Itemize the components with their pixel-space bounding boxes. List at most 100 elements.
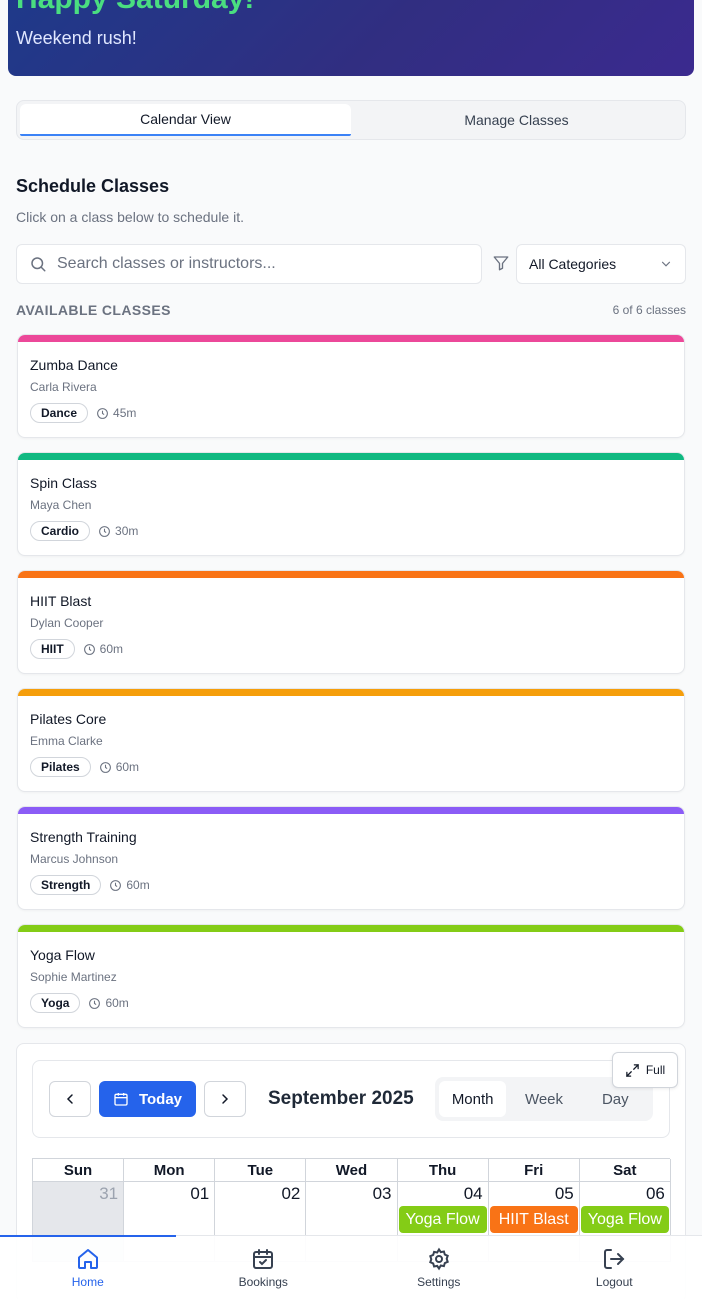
fullscreen-button[interactable]: Full bbox=[612, 1052, 678, 1088]
class-instructor: Maya Chen bbox=[30, 498, 92, 512]
class-card[interactable]: Strength Training Marcus Johnson Strengt… bbox=[17, 806, 685, 910]
bottom-nav: Home Bookings Settings Logout bbox=[0, 1235, 702, 1299]
view-tabs: Calendar View Manage Classes bbox=[16, 100, 686, 140]
filter-icon bbox=[493, 256, 509, 271]
class-instructor: Marcus Johnson bbox=[30, 852, 119, 866]
class-color-bar bbox=[18, 453, 684, 460]
search-input[interactable] bbox=[57, 255, 477, 273]
class-card[interactable]: HIIT Blast Dylan Cooper HIIT 60m bbox=[17, 570, 685, 674]
calendar-event[interactable]: Yoga Flow bbox=[398, 1206, 487, 1233]
class-color-bar bbox=[18, 689, 684, 696]
logout-icon bbox=[604, 1248, 625, 1269]
today-label: Today bbox=[138, 1090, 183, 1108]
greeting-banner: Happy Saturday! Weekend rush! bbox=[8, 0, 694, 76]
section-description: Click on a class below to schedule it. bbox=[16, 209, 244, 225]
class-duration: 60m bbox=[126, 878, 150, 892]
view-week-button[interactable]: Week bbox=[510, 1081, 577, 1117]
class-name: Yoga Flow bbox=[30, 947, 95, 963]
weekday-header: Sat bbox=[579, 1159, 671, 1182]
day-number: 02 bbox=[281, 1184, 301, 1203]
clock-icon bbox=[89, 997, 101, 1009]
view-month-button[interactable]: Month bbox=[439, 1081, 507, 1117]
next-month-button[interactable] bbox=[204, 1081, 246, 1117]
search-icon bbox=[31, 257, 46, 272]
class-color-bar bbox=[18, 925, 684, 932]
nav-logout[interactable]: Logout bbox=[527, 1236, 702, 1299]
day-number: 01 bbox=[190, 1184, 210, 1203]
weekday-header: Mon bbox=[124, 1159, 216, 1182]
search-box bbox=[16, 244, 482, 284]
class-name: Strength Training bbox=[30, 829, 137, 845]
class-card[interactable]: Yoga Flow Sophie Martinez Yoga 60m bbox=[17, 924, 685, 1028]
weekday-header: Wed bbox=[306, 1159, 398, 1182]
clock-icon bbox=[97, 407, 108, 419]
weekday-header: Fri bbox=[488, 1159, 580, 1182]
nav-settings[interactable]: Settings bbox=[351, 1236, 527, 1299]
nav-label: Home bbox=[71, 1274, 104, 1289]
class-duration: 60m bbox=[99, 642, 124, 656]
section-title: Schedule Classes bbox=[16, 176, 170, 196]
class-instructor: Sophie Martinez bbox=[30, 970, 117, 984]
day-number: 06 bbox=[645, 1184, 665, 1203]
category-badge: Pilates bbox=[30, 757, 91, 777]
greeting-title: Happy Saturday! bbox=[16, 0, 254, 16]
nav-label: Bookings bbox=[238, 1274, 288, 1289]
class-duration: 45m bbox=[113, 406, 137, 420]
class-card[interactable]: Spin Class Maya Chen Cardio 30m bbox=[17, 452, 685, 556]
category-select[interactable]: All Categories bbox=[516, 244, 686, 284]
category-badge: HIIT bbox=[30, 639, 75, 659]
clock-icon bbox=[83, 643, 95, 655]
available-classes-label: AVAILABLE CLASSES bbox=[16, 302, 171, 318]
class-card[interactable]: Pilates Core Emma Clarke Pilates 60m bbox=[17, 688, 685, 792]
calendar-event[interactable]: Yoga Flow bbox=[580, 1206, 669, 1233]
today-button[interactable]: Today bbox=[99, 1081, 196, 1117]
class-name: Pilates Core bbox=[30, 711, 107, 727]
gear-icon bbox=[428, 1247, 449, 1270]
nav-home[interactable]: Home bbox=[0, 1236, 176, 1299]
prev-month-button[interactable] bbox=[49, 1081, 91, 1117]
class-color-bar bbox=[18, 571, 684, 578]
class-color-bar bbox=[18, 807, 684, 814]
class-duration: 30m bbox=[115, 524, 139, 538]
class-instructor: Carla Rivera bbox=[30, 380, 97, 394]
weekday-header: Tue bbox=[215, 1159, 307, 1182]
calendar-event[interactable]: HIIT Blast bbox=[489, 1206, 578, 1233]
weekday-header: Sun bbox=[33, 1159, 125, 1182]
class-name: Zumba Dance bbox=[30, 357, 118, 373]
category-badge: Yoga bbox=[30, 993, 81, 1013]
expand-icon bbox=[626, 1063, 639, 1077]
category-badge: Cardio bbox=[30, 521, 91, 541]
class-duration: 60m bbox=[105, 996, 129, 1010]
calendar-month-label: September 2025 bbox=[268, 1088, 414, 1109]
class-instructor: Dylan Cooper bbox=[30, 616, 104, 630]
calendar-icon bbox=[114, 1093, 128, 1106]
class-instructor: Emma Clarke bbox=[30, 734, 103, 748]
chevron-left-icon bbox=[66, 1094, 73, 1104]
greeting-subtitle: Weekend rush! bbox=[16, 28, 137, 48]
category-select-value: All Categories bbox=[529, 256, 617, 272]
chevron-down-icon bbox=[661, 261, 671, 267]
clock-icon bbox=[99, 525, 110, 537]
fullscreen-label: Full bbox=[645, 1063, 666, 1077]
class-card[interactable]: Zumba Dance Carla Rivera Dance 45m bbox=[17, 334, 685, 438]
calendar-check-icon bbox=[253, 1248, 274, 1269]
day-number: 04 bbox=[463, 1184, 483, 1203]
class-name: Spin Class bbox=[30, 475, 97, 491]
tab-calendar-view[interactable]: Calendar View bbox=[20, 104, 351, 136]
day-number: 31 bbox=[99, 1184, 119, 1203]
clock-icon bbox=[99, 761, 111, 773]
home-icon bbox=[77, 1248, 98, 1269]
class-name: HIIT Blast bbox=[30, 593, 92, 609]
category-badge: Dance bbox=[30, 403, 89, 423]
available-classes-count: 6 of 6 classes bbox=[612, 303, 686, 317]
clock-icon bbox=[110, 879, 122, 891]
tab-manage-classes[interactable]: Manage Classes bbox=[351, 104, 682, 136]
nav-label: Settings bbox=[417, 1274, 461, 1289]
class-duration: 60m bbox=[115, 760, 140, 774]
chevron-right-icon bbox=[222, 1094, 229, 1104]
category-badge: Strength bbox=[30, 875, 102, 895]
class-color-bar bbox=[18, 335, 684, 342]
nav-bookings[interactable]: Bookings bbox=[176, 1236, 352, 1299]
nav-label: Logout bbox=[595, 1274, 633, 1289]
weekday-header: Thu bbox=[397, 1159, 489, 1182]
